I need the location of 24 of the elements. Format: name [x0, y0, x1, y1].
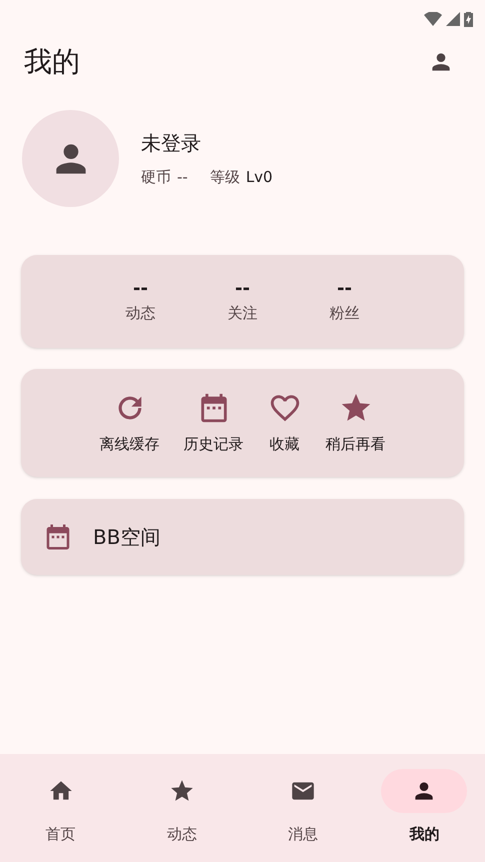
- nav-tab[interactable]: 动态: [121, 769, 242, 846]
- shortcut-button[interactable]: 收藏: [264, 390, 306, 456]
- level-value: Lv0: [246, 167, 273, 188]
- battery-icon: [464, 11, 473, 27]
- wifi-icon: [424, 12, 442, 26]
- stat-value: --: [337, 278, 352, 300]
- stat-value: --: [235, 278, 250, 300]
- stat-value: --: [133, 278, 148, 300]
- nav-tab[interactable]: 我的: [364, 769, 485, 846]
- nav-tab[interactable]: 首页: [0, 769, 122, 846]
- coins-value: --: [177, 167, 188, 188]
- coins-label: 硬币: [141, 167, 171, 188]
- stat-label: 关注: [228, 303, 258, 324]
- level-label: 等级: [210, 167, 240, 188]
- stat-label: 动态: [126, 303, 156, 324]
- stat-label: 粉丝: [330, 303, 360, 324]
- nav-tab[interactable]: 消息: [242, 769, 364, 846]
- shortcut-button[interactable]: 离线缓存: [96, 390, 164, 456]
- page-title: 我的: [24, 44, 80, 80]
- signal-icon: [446, 12, 460, 26]
- username: 未登录: [141, 130, 202, 158]
- shortcut-button[interactable]: 稍后再看: [322, 390, 390, 456]
- shortcut-button[interactable]: 历史记录: [180, 390, 248, 456]
- space-list-item[interactable]: BB空间: [21, 499, 464, 575]
